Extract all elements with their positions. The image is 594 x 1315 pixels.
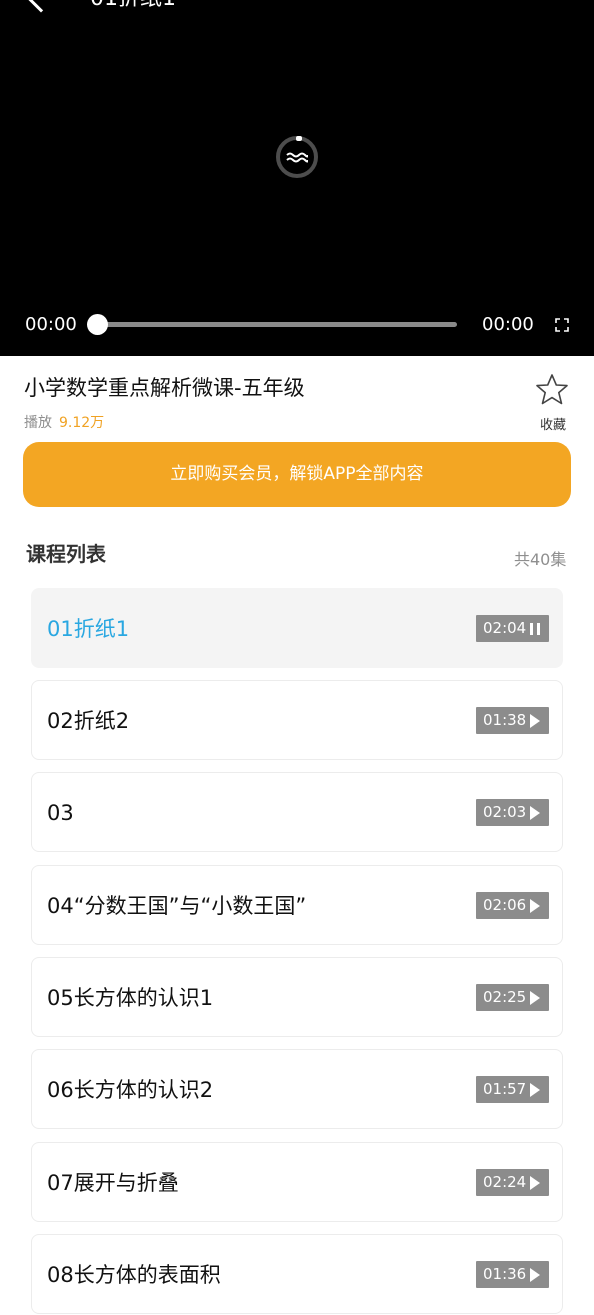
- episode-duration: 02:04: [483, 619, 527, 637]
- episode-duration: 02:24: [483, 1173, 527, 1191]
- spinner-tick: [296, 136, 302, 141]
- episode-duration: 01:36: [483, 1265, 527, 1283]
- episode-duration: 02:03: [483, 803, 527, 821]
- wave-icon: [286, 152, 308, 163]
- episode-count: 共40集: [514, 550, 567, 569]
- play-icon: [530, 806, 540, 820]
- episode-duration: 01:57: [483, 1080, 527, 1098]
- play-icon: [530, 991, 540, 1005]
- video-title: 01折纸1: [90, 0, 176, 14]
- play-label: 播放: [24, 415, 52, 431]
- episode-duration: 01:38: [483, 711, 527, 729]
- seek-bar[interactable]: [97, 322, 457, 327]
- list-item[interactable]: 07展开与折叠 02:24: [31, 1142, 563, 1222]
- episode-title: 02折纸2: [47, 709, 130, 733]
- favorite-label[interactable]: 收藏: [536, 414, 570, 433]
- duration-badge: 01:36: [476, 1261, 549, 1288]
- buy-membership-button[interactable]: 立即购买会员，解锁APP全部内容: [23, 442, 571, 507]
- list-item[interactable]: 04“分数王国”与“小数王国” 02:06: [31, 865, 563, 945]
- duration-badge: 02:06: [476, 892, 549, 919]
- play-icon: [530, 1083, 540, 1097]
- duration-badge: 02:24: [476, 1169, 549, 1196]
- play-icon: [530, 899, 540, 913]
- list-item[interactable]: 05长方体的认识1 02:25: [31, 957, 563, 1037]
- list-item[interactable]: 02折纸2 01:38: [31, 680, 563, 760]
- fullscreen-icon[interactable]: [555, 318, 569, 332]
- loading-spinner-icon: [276, 136, 318, 178]
- pause-icon: [530, 623, 540, 635]
- play-icon: [530, 714, 540, 728]
- list-item[interactable]: 01折纸1 02:04: [31, 588, 563, 668]
- play-count: 9.12万: [59, 415, 105, 431]
- play-icon: [530, 1176, 540, 1190]
- current-time: 00:00: [25, 314, 77, 335]
- video-player[interactable]: 01折纸1 00:00 00:00: [0, 0, 594, 356]
- list-item[interactable]: 06长方体的认识2 01:57: [31, 1049, 563, 1129]
- episode-title: 07展开与折叠: [47, 1171, 179, 1195]
- star-icon[interactable]: [535, 373, 569, 407]
- episode-title: 05长方体的认识1: [47, 986, 214, 1010]
- duration-badge: 01:57: [476, 1076, 549, 1103]
- back-arrow-icon[interactable]: [25, 0, 57, 13]
- course-list-title: 课程列表: [26, 542, 106, 566]
- list-item[interactable]: 08长方体的表面积 01:36: [31, 1234, 563, 1314]
- duration-badge: 02:03: [476, 799, 549, 826]
- duration-badge: 02:04: [476, 615, 549, 642]
- course-info: 小学数学重点解析微课-五年级 播放 9.12万 收藏 立即购买会员，解锁APP全…: [0, 356, 594, 516]
- duration-badge: 02:25: [476, 984, 549, 1011]
- episode-title: 08长方体的表面积: [47, 1263, 221, 1287]
- episode-title: 01折纸1: [47, 617, 130, 641]
- episode-title: 06长方体的认识2: [47, 1078, 214, 1102]
- list-item[interactable]: 03 02:03: [31, 772, 563, 852]
- episode-title: 03: [47, 801, 74, 825]
- episode-duration: 02:06: [483, 896, 527, 914]
- duration-time: 00:00: [482, 314, 534, 335]
- episode-title: 04“分数王国”与“小数王国”: [47, 894, 307, 918]
- duration-badge: 01:38: [476, 707, 549, 734]
- seek-thumb[interactable]: [87, 314, 108, 335]
- course-title: 小学数学重点解析微课-五年级: [24, 376, 305, 400]
- episode-duration: 02:25: [483, 988, 527, 1006]
